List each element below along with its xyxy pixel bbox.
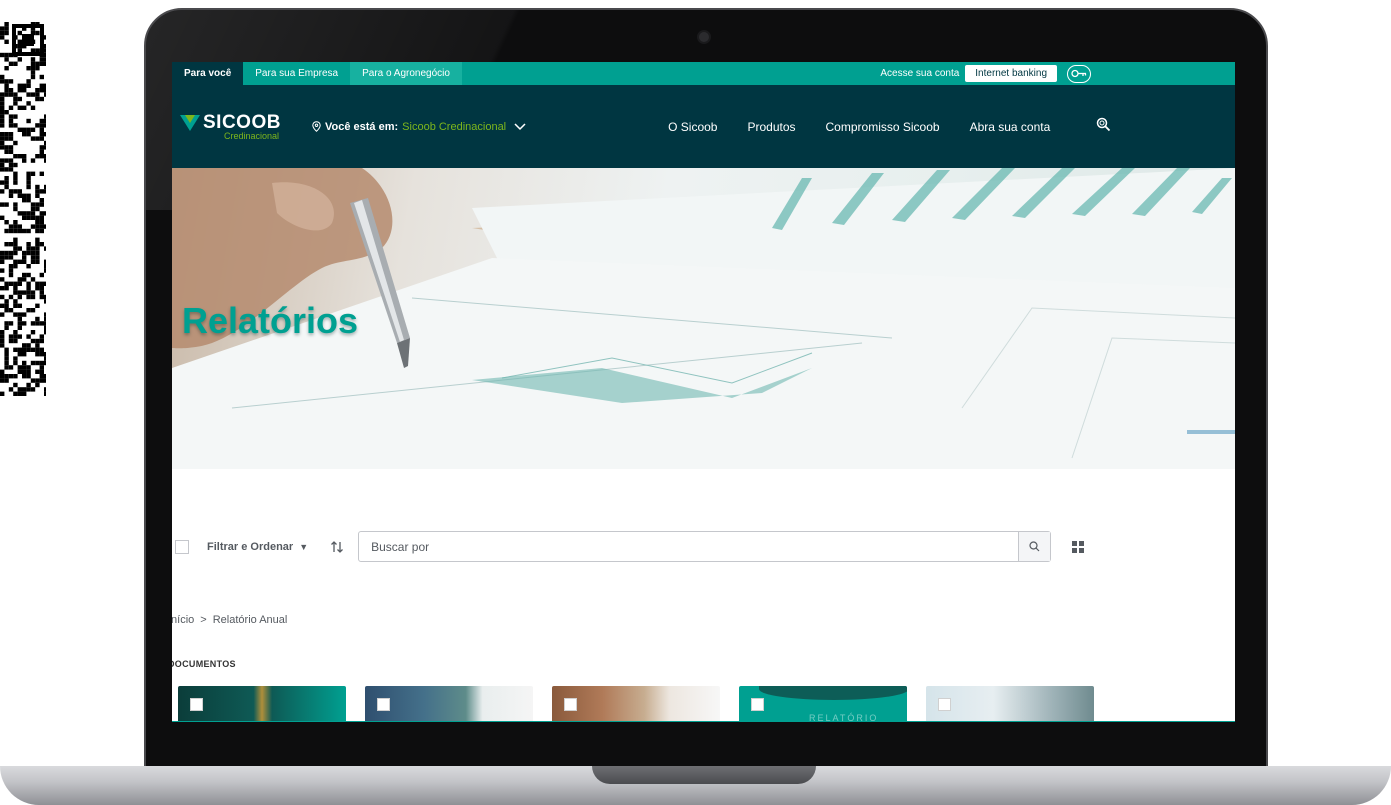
laptop-notch (592, 766, 816, 784)
card-checkbox[interactable] (751, 698, 764, 711)
main-navbar: SICOOB Credinacional Você está em: Sicoo… (172, 85, 1235, 168)
nav-link-o-sicoob[interactable]: O Sicoob (668, 120, 717, 134)
tab-para-sua-empresa[interactable]: Para sua Empresa (243, 62, 350, 85)
webcam-icon (697, 30, 711, 44)
cards-bottom-border (172, 721, 1235, 722)
filter-sort-dropdown[interactable]: Filtrar e Ordenar ▼ (207, 541, 308, 553)
tab-para-voce[interactable]: Para você (172, 62, 244, 85)
card-checkbox[interactable] (938, 698, 951, 711)
card-checkbox[interactable] (377, 698, 390, 711)
stage: Para você Para sua Empresa Para o Agrone… (0, 0, 1391, 805)
tab-para-o-agronegocio[interactable]: Para o Agronegócio (350, 62, 462, 85)
caret-down-icon: ▼ (299, 541, 309, 552)
card-checkbox[interactable] (564, 698, 577, 711)
search-icon[interactable] (1096, 117, 1111, 137)
key-icon[interactable] (1067, 64, 1091, 83)
filter-toolbar: Filtrar e Ordenar ▼ (172, 531, 1235, 562)
documents-section-title: DOCUMENTOS (172, 659, 236, 669)
nav-link-compromisso-sicoob[interactable]: Compromisso Sicoob (826, 120, 940, 134)
location-value: Sicoob Credinacional (402, 120, 507, 133)
chevron-down-icon (514, 122, 526, 130)
breadcrumb-item-inicio[interactable]: Início (172, 614, 194, 626)
document-card[interactable]: RELATÓRIO (739, 686, 907, 722)
sicoob-logo[interactable]: SICOOB Credinacional (180, 112, 300, 141)
logo-subtitle: Credinacional (224, 131, 280, 141)
document-card[interactable] (365, 686, 533, 722)
breadcrumb-separator: > (200, 614, 207, 626)
nav-link-abra-sua-conta[interactable]: Abra sua conta (970, 120, 1051, 134)
select-all-checkbox[interactable] (175, 539, 189, 554)
content-area: Filtrar e Ordenar ▼ Início > (172, 469, 1235, 722)
document-card[interactable] (178, 686, 346, 722)
nav-links: O Sicoob Produtos Compromisso Sicoob Abr… (668, 120, 1080, 134)
grid-view-icon[interactable] (1072, 540, 1085, 553)
search-icon (1029, 541, 1040, 552)
document-card[interactable] (926, 686, 1094, 722)
sicoob-logo-icon (180, 115, 200, 131)
search-button[interactable] (1018, 532, 1051, 561)
document-cards: RELATÓRIO (178, 686, 1113, 722)
document-card[interactable] (552, 686, 720, 722)
nav-link-produtos[interactable]: Produtos (747, 120, 795, 134)
internet-banking-button[interactable]: Internet banking (965, 65, 1057, 82)
access-account-label: Acesse sua conta (880, 68, 960, 79)
card-checkbox[interactable] (190, 698, 203, 711)
segment-topbar: Para você Para sua Empresa Para o Agrone… (172, 62, 1235, 85)
search-box (358, 531, 1052, 562)
page-title: Relatórios (182, 300, 359, 341)
qr-code (0, 22, 46, 398)
sort-order-icon[interactable] (330, 540, 344, 554)
browser-screen: Para você Para sua Empresa Para o Agrone… (172, 62, 1235, 722)
breadcrumb-item-relatorio-anual[interactable]: Relatório Anual (213, 614, 288, 626)
location-pin-icon (312, 121, 321, 132)
location-label: Você está em: (325, 120, 399, 133)
hero-banner: Relatórios (172, 168, 1235, 469)
search-input[interactable] (359, 532, 1019, 561)
location-selector[interactable]: Você está em: Sicoob Credinacional (312, 121, 526, 133)
breadcrumb: Início > Relatório Anual (172, 614, 287, 626)
